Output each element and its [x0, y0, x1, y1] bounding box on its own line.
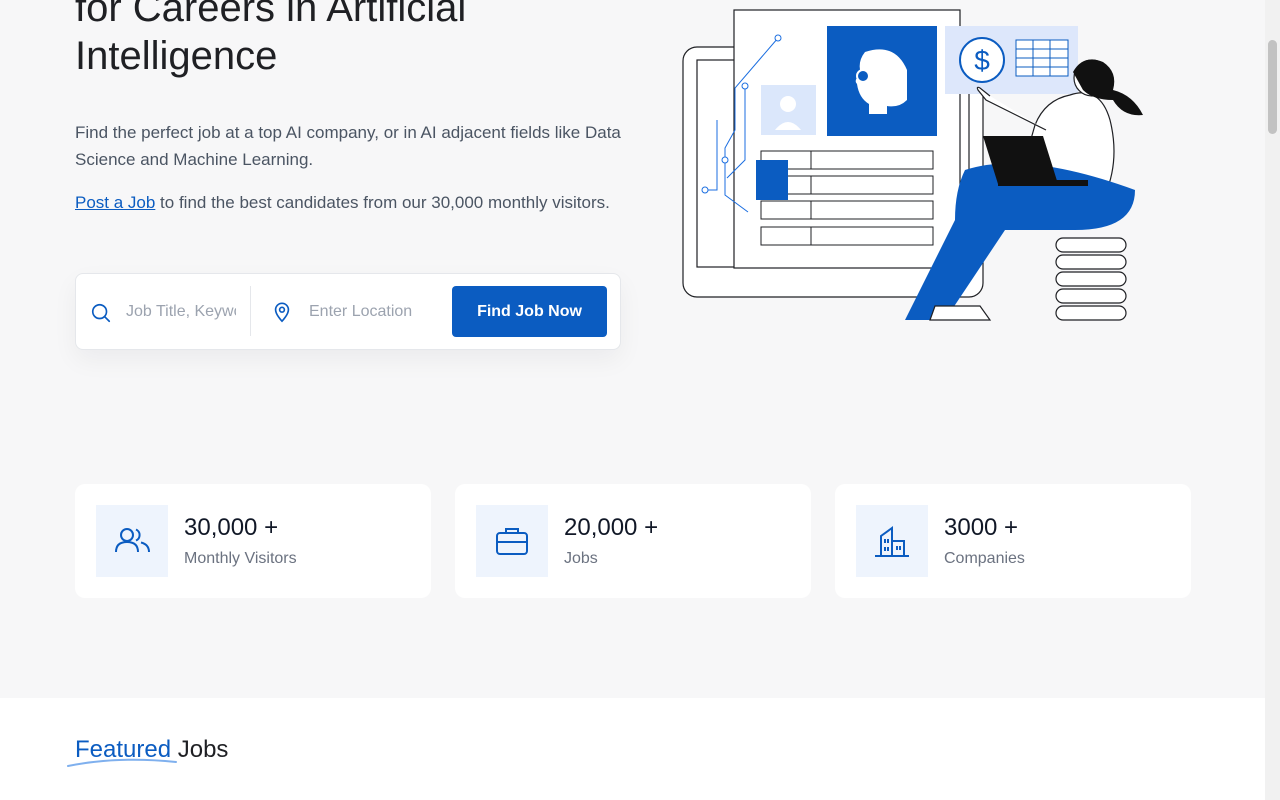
map-pin-icon	[274, 302, 290, 323]
building-icon	[875, 526, 909, 557]
hero-section: for Careers in Artificial Intelligence F…	[0, 0, 1265, 698]
stat-card-visitors: 30,000 + Monthly Visitors	[75, 484, 431, 598]
stat-label: Monthly Visitors	[184, 550, 297, 567]
stat-card-companies: 3000 + Companies	[835, 484, 1191, 598]
post-job-text: Post a Job to find the best candidates f…	[75, 189, 635, 216]
page-scrollbar[interactable]	[1265, 0, 1280, 800]
stat-card-jobs: 20,000 + Jobs	[455, 484, 811, 598]
find-job-button[interactable]: Find Job Now	[452, 286, 607, 337]
svg-text:$: $	[974, 45, 990, 76]
search-divider	[250, 286, 251, 336]
briefcase-icon	[496, 528, 528, 555]
featured-rest: Jobs	[171, 736, 229, 763]
featured-jobs-heading: Featured Jobs	[75, 734, 228, 766]
post-job-link[interactable]: Post a Job	[75, 193, 155, 212]
stat-label: Companies	[944, 550, 1025, 567]
headline-line-1: for Careers in Artificial	[75, 0, 467, 30]
job-title-input[interactable]	[124, 298, 238, 326]
stat-icon-box	[96, 505, 168, 577]
stat-icon-box	[856, 505, 928, 577]
job-search-bar: Find Job Now	[75, 273, 621, 350]
featured-accent: Featured	[75, 736, 172, 763]
stat-value: 3000 +	[944, 514, 1019, 541]
stat-value: 20,000 +	[564, 514, 659, 541]
location-input[interactable]	[307, 298, 421, 326]
scrollbar-thumb[interactable]	[1268, 40, 1277, 134]
post-job-suffix: to find the best candidates from our 30,…	[155, 193, 610, 212]
hero-description: Find the perfect job at a top AI company…	[75, 123, 621, 169]
hero-illustration: $	[682, 9, 1143, 321]
headline-line-2: Intelligence	[75, 34, 278, 78]
stat-label: Jobs	[564, 550, 598, 567]
stat-icon-box	[476, 505, 548, 577]
stat-value: 30,000 +	[184, 514, 279, 541]
featured-jobs-section: Featured Jobs	[0, 698, 1265, 800]
hero-headline: for Careers in Artificial Intelligence	[75, 0, 635, 80]
search-icon	[91, 303, 111, 323]
users-icon	[115, 528, 150, 553]
